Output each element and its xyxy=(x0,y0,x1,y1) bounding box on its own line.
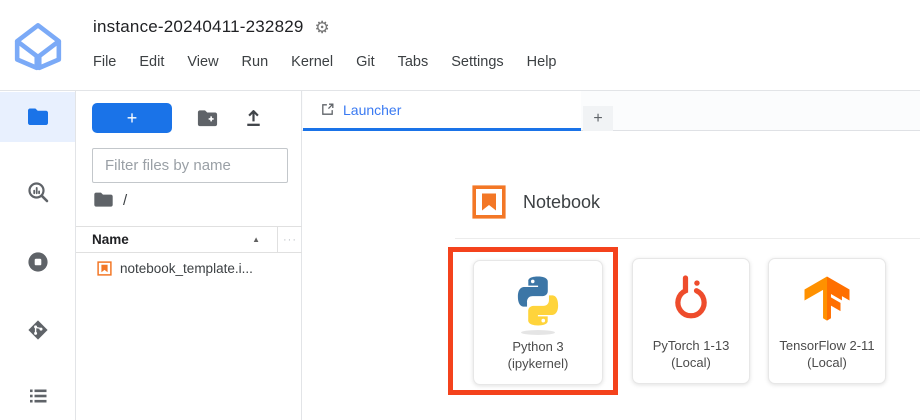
sidebar-item-file-browser[interactable] xyxy=(0,92,75,142)
new-launcher-button[interactable]: + xyxy=(92,103,172,133)
window-title: instance-20240411-232829 xyxy=(93,17,304,37)
menubar: File Edit View Run Kernel Git Tabs Setti… xyxy=(93,54,556,70)
tab-bar: Launcher + xyxy=(302,91,920,131)
tensorflow-logo-icon xyxy=(800,270,854,332)
workbench-logo-icon xyxy=(13,19,63,75)
jupyterlab-window: instance-20240411-232829 ⚙ File Edit Vie… xyxy=(0,0,920,420)
root-folder-icon[interactable] xyxy=(93,191,114,209)
card-subtitle: (Local) xyxy=(653,354,730,371)
sidebar-item-usage[interactable] xyxy=(0,167,75,217)
upload-button[interactable] xyxy=(242,107,265,135)
launcher-icon xyxy=(320,102,335,117)
menu-file[interactable]: File xyxy=(93,54,116,70)
new-folder-icon xyxy=(196,107,219,130)
card-subtitle: (Local) xyxy=(779,354,874,371)
breadcrumb: / xyxy=(93,191,127,209)
menu-settings[interactable]: Settings xyxy=(451,54,503,70)
git-icon xyxy=(26,318,50,342)
sidebar-item-table-of-contents[interactable] xyxy=(0,371,75,420)
filter-files-box xyxy=(92,148,288,183)
filter-files-input[interactable] xyxy=(93,157,308,174)
logo-shadow xyxy=(521,330,555,335)
section-divider xyxy=(455,238,920,239)
breadcrumb-root[interactable]: / xyxy=(123,192,127,209)
tab-launcher[interactable]: Launcher xyxy=(303,91,581,131)
upload-icon xyxy=(242,107,265,130)
launcher-card-pytorch[interactable]: PyTorch 1-13 (Local) xyxy=(632,258,750,384)
file-row-notebook-template[interactable]: notebook_template.i... xyxy=(76,254,301,282)
list-icon xyxy=(26,384,50,408)
card-title: TensorFlow 2-11 xyxy=(779,337,874,354)
settings-gear-icon[interactable]: ⚙ xyxy=(315,19,330,36)
menu-run[interactable]: Run xyxy=(242,54,269,70)
new-tab-button[interactable]: + xyxy=(583,106,613,131)
card-title: PyTorch 1-13 xyxy=(653,337,730,354)
launcher-card-tensorflow[interactable]: TensorFlow 2-11 (Local) xyxy=(768,258,886,384)
file-list-header[interactable]: Name ▲ ··· xyxy=(76,226,302,253)
menu-view[interactable]: View xyxy=(187,54,218,70)
sort-ascending-icon: ▲ xyxy=(252,235,260,244)
tab-launcher-label: Launcher xyxy=(343,102,401,118)
menu-kernel[interactable]: Kernel xyxy=(291,54,333,70)
sidebar-item-git[interactable] xyxy=(0,305,75,355)
notebook-section-icon xyxy=(472,185,506,219)
card-subtitle: (ipykernel) xyxy=(508,355,569,372)
menu-help[interactable]: Help xyxy=(527,54,557,70)
menu-tabs[interactable]: Tabs xyxy=(398,54,429,70)
notebook-file-icon xyxy=(97,261,112,276)
notebook-section-title: Notebook xyxy=(523,192,600,213)
file-name: notebook_template.i... xyxy=(120,261,253,276)
name-column-header[interactable]: Name xyxy=(92,232,129,247)
activity-bar xyxy=(0,91,76,420)
stop-circle-icon xyxy=(26,250,50,274)
launcher-card-python3[interactable]: Python 3 (ipykernel) xyxy=(473,260,603,385)
sidebar-item-running-kernels[interactable] xyxy=(0,237,75,287)
main-area: Launcher + Notebook xyxy=(302,91,920,420)
pytorch-logo-icon xyxy=(663,270,719,332)
usage-magnifier-icon xyxy=(26,180,50,204)
menu-git[interactable]: Git xyxy=(356,54,375,70)
notebook-section-header: Notebook xyxy=(472,185,600,219)
python-logo-icon xyxy=(509,272,567,334)
more-columns-indicator: ··· xyxy=(278,234,302,246)
folder-icon xyxy=(26,105,50,129)
new-folder-button[interactable] xyxy=(196,107,219,135)
header: instance-20240411-232829 ⚙ File Edit Vie… xyxy=(0,0,920,91)
card-title: Python 3 xyxy=(508,338,569,355)
file-browser-panel: + xyxy=(76,91,302,420)
menu-edit[interactable]: Edit xyxy=(139,54,164,70)
